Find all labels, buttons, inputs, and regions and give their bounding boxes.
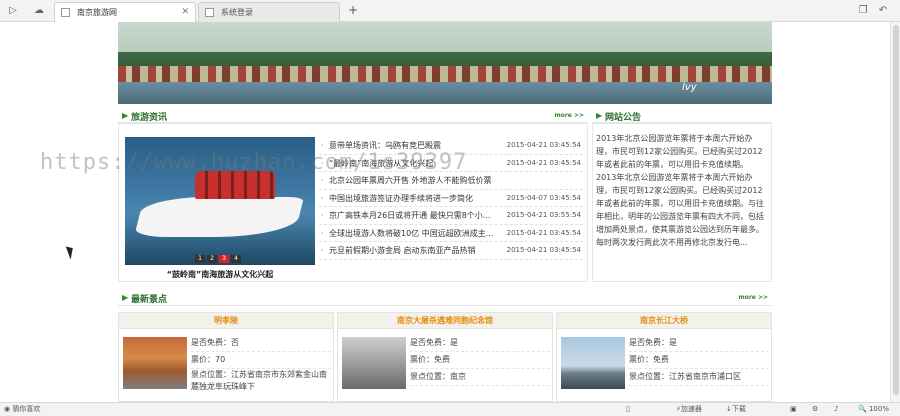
download-label: 下载	[731, 405, 746, 413]
site-logo: lvy	[682, 82, 697, 93]
tab-label: 南京旅游网	[77, 8, 117, 17]
phone-icon[interactable]: ▯	[626, 403, 630, 416]
scenic-spots-title: 最新景点	[131, 295, 168, 305]
tab-label: 系统登录	[221, 8, 253, 17]
page-favicon-icon	[61, 8, 70, 17]
travel-news-more-link[interactable]: more >>	[554, 112, 584, 119]
spot-free: 是否免费：否	[191, 335, 331, 352]
tab-nanjing-travel[interactable]: 南京旅游网 ✕	[54, 2, 196, 22]
spot-price: 票价：免费	[410, 352, 550, 369]
page-content: lvy ▶ 旅游资讯 more >> 1234 “鼓岭南”南海旅游从文化兴起 ·…	[118, 22, 772, 402]
news-list-item[interactable]: · 京广高铁本月26日或将开通 最快只需8个小... 2015-04-21 03:5…	[319, 207, 583, 225]
spot-photo[interactable]	[342, 337, 406, 389]
spot-free: 是否免费：是	[410, 335, 550, 352]
news-title[interactable]: 元旦前假期小游金局 启动东南亚产品热销	[329, 242, 499, 259]
undo-icon[interactable]: ↶	[876, 4, 890, 18]
section-arrow-icon: ▶	[122, 293, 129, 302]
new-tab-icon[interactable]: +	[346, 4, 360, 18]
download-button[interactable]: ↓下载	[726, 403, 746, 416]
accelerator-button[interactable]: ⚡加速器	[676, 403, 702, 416]
slideshow-dot-active[interactable]: 3	[219, 255, 229, 263]
bullet-icon: ·	[321, 228, 324, 238]
cloud-icon[interactable]: ☁	[32, 4, 46, 18]
news-date: 2015-04-21 03:45:54	[506, 141, 581, 149]
slideshow-dot[interactable]: 1	[195, 255, 205, 263]
news-date: 2015-04-07 03:45:54	[506, 193, 581, 202]
bullet-icon: ·	[321, 193, 324, 203]
spot-name[interactable]: 南京大屠杀遇难同胞纪念馆	[338, 313, 552, 329]
scrollbar-thumb[interactable]	[893, 25, 899, 395]
spot-location: 景点位置：江苏省南京市东郊紫金山南麓独龙阜玩珠峰下	[191, 370, 327, 391]
scenic-spot-card[interactable]: 南京大屠杀遇难同胞纪念馆 是否免费：是 票价：免费 景点位置：南京	[337, 312, 553, 402]
news-title[interactable]: 中国出境旅游签证办理手续将进一步简化	[329, 190, 499, 207]
restore-window-icon[interactable]: ❐	[856, 4, 870, 18]
section-arrow-icon: ▶	[596, 111, 603, 120]
news-list-item[interactable]: · 中国出境旅游签证办理手续将进一步简化 2015-04-07 03:45:54	[319, 190, 583, 207]
news-list-item[interactable]: · 元旦前假期小游金局 启动东南亚产品热销 2015-04-21 03:45:54	[319, 242, 583, 260]
sidebar-toggle-icon[interactable]: ▷	[6, 4, 20, 18]
section-arrow-icon: ▶	[122, 111, 129, 120]
slideshow-pager: 1234	[195, 253, 243, 263]
slideshow-dot[interactable]: 4	[231, 255, 241, 263]
boat-passengers-image	[195, 171, 275, 199]
page-scrollbar[interactable]	[890, 22, 900, 402]
scenic-spot-card[interactable]: 明孝陵 是否免费：否 票价：70 景点位置：江苏省南京市东郊紫金山南麓独龙阜玩珠…	[118, 312, 334, 402]
spot-price: 票价：免费	[629, 352, 769, 369]
guess-you-like-label: 猜你喜欢	[12, 405, 41, 413]
bullet-icon: ·	[321, 211, 324, 220]
news-title[interactable]: 京广高铁本月26日或将开通 最快只需8个小...	[329, 207, 499, 224]
slideshow-dot[interactable]: 2	[207, 255, 217, 263]
tab-system-login[interactable]: 系统登录	[198, 2, 340, 22]
accelerator-label: 加速器	[680, 405, 702, 413]
screenshot-icon[interactable]: ▣	[790, 403, 797, 416]
bullet-icon: ·	[321, 246, 324, 255]
news-title[interactable]: 全球出境游人数将破10亿 中国远超欧洲成主...	[329, 225, 499, 242]
scenic-spots-more-link[interactable]: more >>	[738, 294, 768, 301]
spot-photo[interactable]	[123, 337, 187, 389]
page-favicon-icon	[205, 8, 214, 17]
news-photo-caption[interactable]: “鼓岭南”南海旅游从文化兴起	[125, 269, 315, 280]
scenic-spots-header: ▶ 最新景点 more >>	[118, 290, 772, 306]
settings-icon[interactable]: ⚙	[812, 403, 818, 416]
zoom-level: 100%	[868, 405, 889, 413]
spot-location: 景点位置：江苏省南京市浦口区	[629, 369, 769, 386]
header-banner: lvy	[118, 22, 772, 104]
banner-river	[118, 82, 772, 104]
spot-price: 票价：70	[191, 352, 331, 369]
browser-tab-bar: ▷ ☁ 南京旅游网 ✕ 系统登录 + ❐ ↶	[0, 0, 900, 22]
spot-free: 是否免费：是	[629, 335, 769, 352]
news-list-item[interactable]: · 全球出境游人数将破10亿 中国远超欧洲成主... 2015-04-21 03:4…	[319, 225, 583, 242]
spot-location: 景点位置：南京	[410, 369, 550, 386]
close-tab-icon[interactable]: ✕	[181, 3, 189, 22]
news-date: 2015-04-21 03:55:54	[506, 211, 581, 219]
zoom-control[interactable]: 🔍 100%	[858, 403, 889, 416]
news-date: 2015-04-21 03:45:54	[506, 158, 581, 167]
spot-name[interactable]: 南京长江大桥	[557, 313, 771, 329]
news-date: 2015-04-21 03:45:54	[506, 246, 581, 254]
speedboat-image	[134, 197, 304, 237]
spot-photo[interactable]	[561, 337, 625, 389]
mouse-cursor-icon	[65, 244, 77, 260]
scenic-spot-card[interactable]: 南京长江大桥 是否免费：是 票价：免费 景点位置：江苏省南京市浦口区	[556, 312, 772, 402]
notice-text: 2013年北京公园游览年票将于本周六开始办理，市民可到12家公园购买。已经购买过…	[596, 134, 764, 247]
sound-icon[interactable]: ♪	[834, 403, 838, 416]
browser-status-bar: ◉ 猜你喜欢 ▯ ⚡加速器 ↓下载 ▣ ⚙ ♪ 🔍 100%	[0, 402, 900, 416]
spot-name[interactable]: 明孝陵	[119, 313, 333, 329]
news-date: 2015-04-21 03:45:54	[506, 228, 581, 237]
watermark-text: https://www.huzhan.com/1s39397	[40, 150, 468, 175]
guess-you-like-link[interactable]: ◉ 猜你喜欢	[4, 403, 40, 416]
travel-news-box: 1234 “鼓岭南”南海旅游从文化兴起 · 意带单场资讯：乌鸥有竞巴殿震 2015-…	[118, 122, 588, 282]
